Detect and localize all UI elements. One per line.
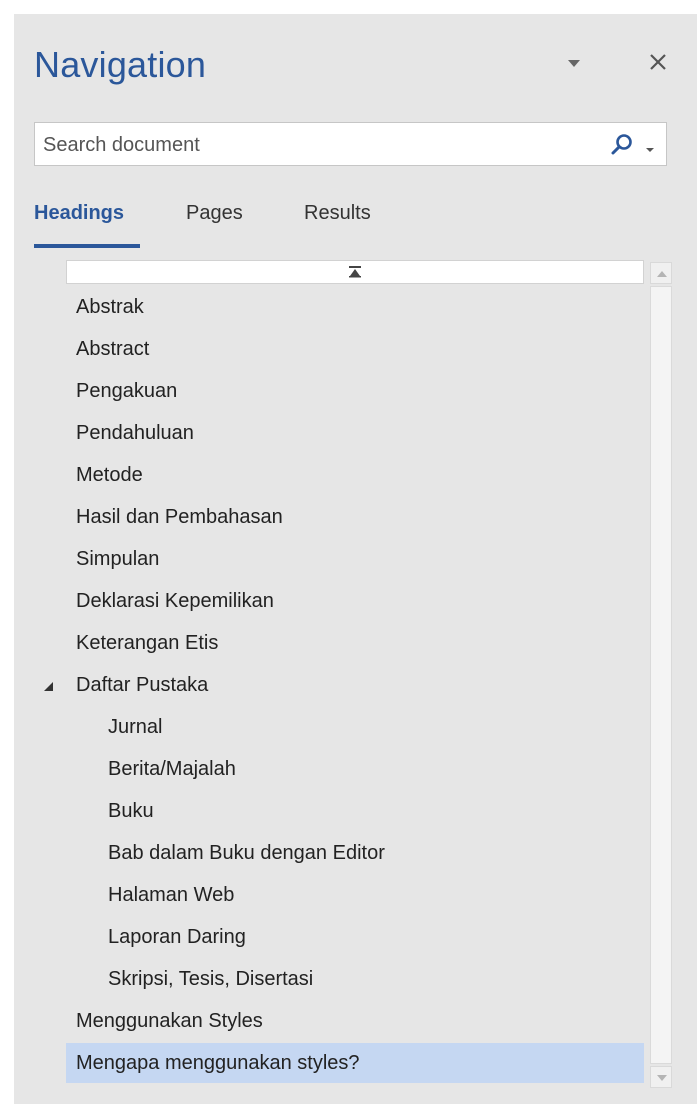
tab-results[interactable]: Results xyxy=(304,202,371,225)
chevron-down-icon xyxy=(646,148,654,152)
scroll-down-button[interactable] xyxy=(650,1066,672,1088)
tree-item[interactable]: Pengakuan xyxy=(76,371,177,411)
tab-headings[interactable]: Headings xyxy=(34,202,124,225)
collapse-to-top-icon xyxy=(349,266,361,278)
tree-item[interactable]: Pendahuluan xyxy=(76,413,194,453)
tree-item-selected[interactable]: Mengapa menggunakan styles? xyxy=(66,1043,644,1083)
tree-item[interactable]: Menggunakan Styles xyxy=(76,1001,263,1041)
close-icon xyxy=(650,54,666,70)
scrollbar-thumb[interactable] xyxy=(650,286,672,1064)
tree-item[interactable]: Abstract xyxy=(76,329,149,369)
tree-item[interactable]: Abstrak xyxy=(76,287,144,327)
tree-item[interactable]: Daftar Pustaka xyxy=(76,665,208,705)
caret-down-icon xyxy=(657,1075,667,1081)
caret-up-icon xyxy=(657,271,667,277)
tree-item[interactable]: Laporan Daring xyxy=(108,917,246,957)
chevron-down-icon xyxy=(568,60,580,67)
pane-title: Navigation xyxy=(34,44,207,85)
tree-item[interactable]: Simpulan xyxy=(76,539,159,579)
scroll-up-button[interactable] xyxy=(650,262,672,284)
close-button[interactable] xyxy=(646,50,670,74)
vertical-scrollbar[interactable] xyxy=(650,262,672,1088)
search-input[interactable] xyxy=(43,132,583,158)
tree-item[interactable]: Metode xyxy=(76,455,143,495)
tab-pages[interactable]: Pages xyxy=(186,202,243,225)
tree-item[interactable]: Jurnal xyxy=(108,707,162,747)
pane-options-button[interactable] xyxy=(566,58,582,72)
search-box xyxy=(34,122,667,166)
tree-item[interactable]: Halaman Web xyxy=(108,875,234,915)
search-options-dropdown[interactable] xyxy=(645,141,655,152)
tree-item[interactable]: Skripsi, Tesis, Disertasi xyxy=(108,959,313,999)
tree-item[interactable]: Berita/Majalah xyxy=(108,749,236,789)
tree-item[interactable]: Hasil dan Pembahasan xyxy=(76,497,283,537)
navigation-pane: Navigation Headings Pages Results xyxy=(14,14,697,1104)
tree-item[interactable]: Deklarasi Kepemilikan xyxy=(76,581,274,621)
active-tab-indicator xyxy=(34,244,140,248)
search-icon xyxy=(611,134,632,155)
tree-item[interactable]: Bab dalam Buku dengan Editor xyxy=(108,833,385,873)
tree-item[interactable]: Buku xyxy=(108,791,154,831)
triangle-expanded-icon xyxy=(44,682,53,691)
search-button[interactable] xyxy=(610,133,634,157)
collapse-all-button[interactable] xyxy=(66,260,644,284)
tree-item[interactable]: Keterangan Etis xyxy=(76,623,218,663)
expand-collapse-toggle[interactable] xyxy=(42,679,54,691)
